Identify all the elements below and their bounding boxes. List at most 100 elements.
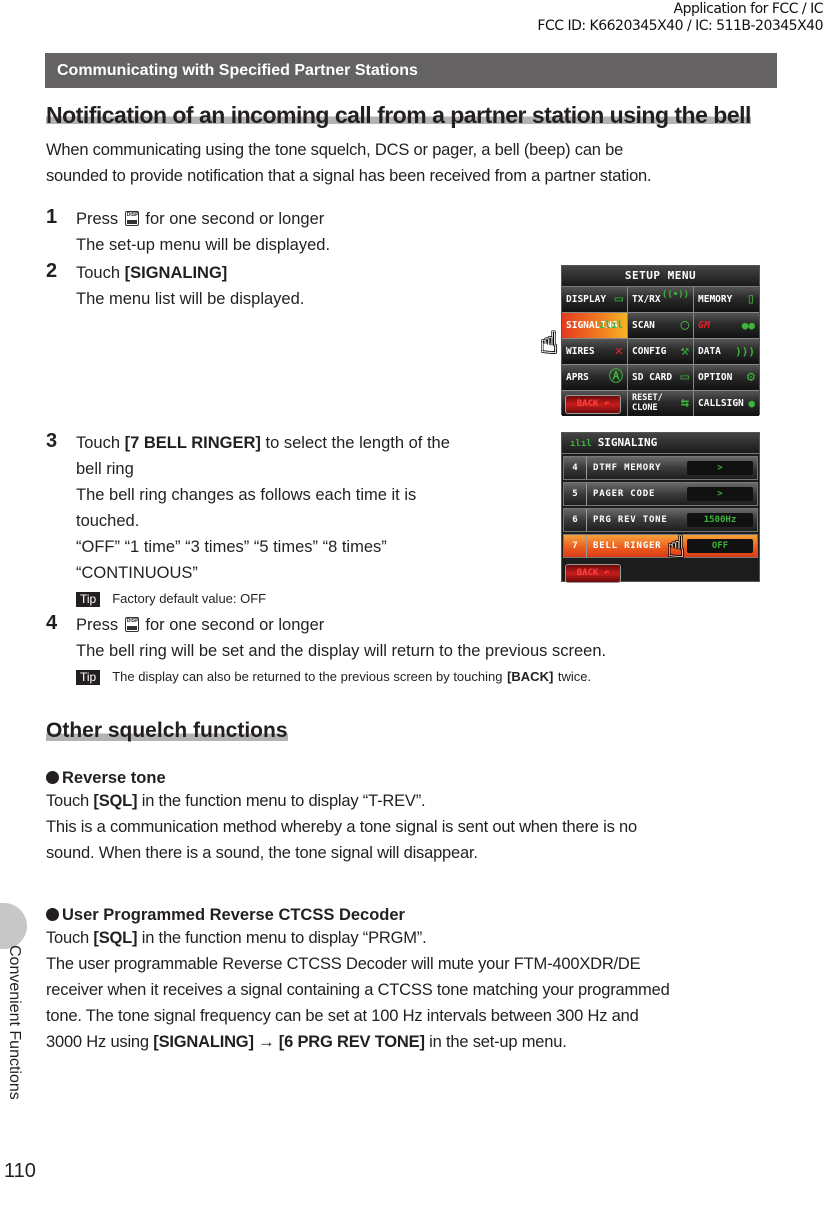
data-wave-icon: ))) <box>735 345 755 358</box>
step-1-result: The set-up menu will be displayed. <box>76 236 331 254</box>
step-4-result: The bell ring will be set and the displa… <box>76 642 607 660</box>
menu-option[interactable]: OPTION ⚙ <box>694 365 759 390</box>
menu-txrx[interactable]: TX/RX ((•)) <box>628 287 693 312</box>
intro-line-1: When communicating using the tone squelc… <box>46 141 624 159</box>
swap-arrows-icon: ⇆ <box>680 395 689 411</box>
step-2-result: The menu list will be displayed. <box>76 290 305 308</box>
disp-setup-key-icon: DISP <box>124 211 139 226</box>
step-1-pre: Press <box>76 210 119 228</box>
setup-menu-title: SETUP MENU <box>562 266 759 287</box>
reverse-tone-title: Reverse tone <box>46 767 166 789</box>
chapter-tab <box>0 903 27 949</box>
reverse-tone-line-3: sound. When there is a sound, the tone s… <box>46 844 478 862</box>
step-3-options-2: “CONTINUOUS” <box>76 564 198 582</box>
reverse-tone-line-2: This is a communication method whereby a… <box>46 818 637 836</box>
antenna-icon: ((•)) <box>661 290 689 300</box>
step-3-bold: [7 BELL RINGER] <box>124 434 261 452</box>
rev-ctcss-title: User Programmed Reverse CTCSS Decoder <box>46 904 405 926</box>
fcc-header: Application for FCC / IC FCC ID: K662034… <box>537 1 823 35</box>
reverse-tone-line-1: Touch [SQL] in the function menu to disp… <box>46 792 426 810</box>
heading-other-squelch: Other squelch functions <box>46 718 288 744</box>
rev-ctcss-line-2: The user programmable Reverse CTCSS Deco… <box>46 955 641 973</box>
tip-text-end: twice. <box>557 669 592 684</box>
step-3-instruction: Touch [7 BELL RINGER] to select the leng… <box>76 430 450 456</box>
step-3-result-1: The bell ring changes as follows each ti… <box>76 486 417 504</box>
menu-aprs[interactable]: APRS Ⓐ <box>562 365 627 390</box>
heading-bell-notification: Notification of an incoming call from a … <box>46 102 751 128</box>
step-4-post: for one second or longer <box>145 616 325 634</box>
step-3-number: 3 <box>46 430 58 452</box>
signal-bars-icon: ılıl <box>570 439 592 449</box>
step-3-instruction-cont: bell ring <box>76 460 134 478</box>
row-pager-code[interactable]: 5 PAGER CODE > <box>563 482 758 506</box>
step-2-number: 2 <box>46 260 58 282</box>
folder-icon: ▭ <box>680 369 689 385</box>
step-3-options-1: “OFF” “1 time” “3 times” “5 times” “8 ti… <box>76 538 387 556</box>
menu-gm[interactable]: GM ●● <box>694 313 759 338</box>
back-button[interactable]: BACK ↶ <box>565 395 621 414</box>
step-3-post: to select the length of the <box>265 434 450 452</box>
menu-memory[interactable]: MEMORY ▯ <box>694 287 759 312</box>
step-4-number: 4 <box>46 612 58 634</box>
step-2-bold: [SIGNALING] <box>124 264 228 282</box>
menu-display[interactable]: DISPLAY ▭ <box>562 287 627 312</box>
fcc-line-2: FCC ID: K6620345X40 / IC: 511B-20345X40 <box>537 18 823 34</box>
step-1-post: for one second or longer <box>145 210 325 228</box>
step-3-pre: Touch <box>76 434 121 452</box>
menu-signaling[interactable]: SIGNALING ılıl <box>562 313 627 338</box>
tip-badge: Tip <box>76 592 101 607</box>
step-2-instruction: Touch [SIGNALING] <box>76 260 227 286</box>
monitor-icon: ▭ <box>614 291 623 307</box>
row-dtmf-memory[interactable]: 4 DTMF MEMORY > <box>563 456 758 480</box>
tip-bold: [BACK] <box>507 669 554 684</box>
menu-wires[interactable]: WIRES ✕ <box>562 339 627 364</box>
menu-scan[interactable]: SCAN ◯ <box>628 313 693 338</box>
disp-setup-key-icon: DISP <box>124 617 139 632</box>
menu-callsign[interactable]: CALLSIGN ● <box>694 391 759 416</box>
rev-ctcss-line-5: 3000 Hz using [SIGNALING] → [6 PRG REV T… <box>46 1033 567 1051</box>
signal-bars-icon: ılıl <box>598 320 623 331</box>
touch-hand-icon: ☝ <box>540 326 559 361</box>
scan-cycle-icon: ◯ <box>680 317 689 333</box>
step-4-tip: Tip The display can also be returned to t… <box>76 663 591 690</box>
rev-ctcss-line-1: Touch [SQL] in the function menu to disp… <box>46 929 427 947</box>
menu-data[interactable]: DATA))) <box>694 339 759 364</box>
row-prg-rev-tone[interactable]: 6 PRG REV TONE 1500Hz <box>563 508 758 532</box>
step-4-pre: Press <box>76 616 119 634</box>
step-3-tip: Tip Factory default value: OFF <box>76 585 266 612</box>
section-bar: Communicating with Specified Partner Sta… <box>45 53 777 88</box>
menu-config[interactable]: CONFIG ⚒ <box>628 339 693 364</box>
person-icon: ● <box>748 397 755 410</box>
rev-ctcss-line-4: tone. The tone signal frequency can be s… <box>46 1007 639 1025</box>
page-number: 110 <box>4 1160 36 1182</box>
aprs-globe-icon: Ⓐ <box>609 369 623 385</box>
setup-menu-grid: DISPLAY ▭ TX/RX ((•)) MEMORY ▯ SIGNALING ılı… <box>562 287 759 416</box>
step-1-number: 1 <box>46 206 58 228</box>
signaling-screen: ılıl SIGNALING 4 DTMF MEMORY > 5 PAGER CODE >… <box>561 432 760 583</box>
tip-badge: Tip <box>76 670 101 685</box>
intro-line-2: sounded to provide notification that a s… <box>46 167 652 185</box>
step-2-pre: Touch <box>76 264 121 282</box>
book-icon: ▯ <box>746 291 755 307</box>
tip-text: The display can also be returned to the … <box>112 669 503 684</box>
wires-x-icon: ✕ <box>614 343 623 359</box>
bullet-icon <box>46 771 59 784</box>
step-4-instruction: Press DISP for one second or longer <box>76 612 324 638</box>
menu-back[interactable]: BACK ↶ <box>562 391 627 416</box>
back-button[interactable]: BACK ↶ <box>565 564 621 583</box>
step-1-instruction: Press DISP for one second or longer <box>76 206 324 232</box>
menu-reset-clone[interactable]: RESET/CLONE ⇆ <box>628 391 693 416</box>
gears-icon: ⚙ <box>746 369 755 385</box>
wrench-icon: ⚒ <box>680 343 689 359</box>
chapter-label: Convenient Functions <box>6 945 23 1100</box>
fcc-line-1: Application for FCC / IC <box>673 1 824 17</box>
bullet-icon <box>46 908 59 921</box>
signaling-title: ılıl SIGNALING <box>562 433 759 454</box>
rev-ctcss-line-3: receiver when it receives a signal conta… <box>46 981 670 999</box>
menu-sd-card[interactable]: SD CARD ▭ <box>628 365 693 390</box>
setup-menu-screen: SETUP MENU DISPLAY ▭ TX/RX ((•)) MEMORY ▯ S… <box>561 265 760 416</box>
row-bell-ringer[interactable]: 7 BELL RINGER OFF <box>563 534 758 558</box>
tip-text: Factory default value: OFF <box>112 591 267 606</box>
step-3-result-2: touched. <box>76 512 140 530</box>
touch-hand-icon: ☝ <box>667 530 686 565</box>
